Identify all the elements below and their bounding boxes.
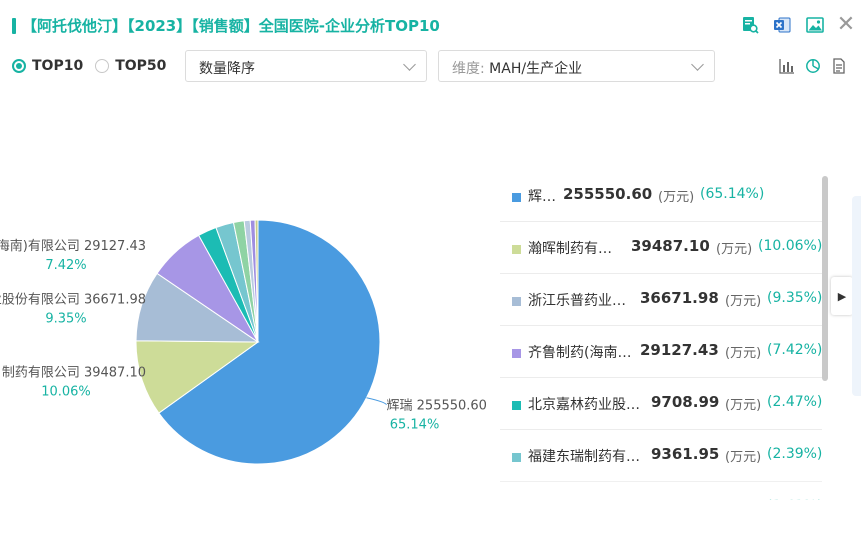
title-accent-bar [12, 18, 16, 34]
dimension-select-value: 维度: MAH/生产企业 [452, 58, 582, 78]
dimension-select-text: MAH/生产企业 [489, 61, 583, 77]
search-document-icon[interactable] [739, 14, 761, 36]
legend-percent: (65.14%) [700, 186, 765, 202]
legend-item[interactable]: 辉瑞 255550.60 (万元) (65.14%) [500, 170, 822, 222]
slice-label-3: 制药(海南)有限公司 29127.43 [0, 238, 146, 254]
legend-unit: (万元) [725, 450, 762, 465]
legend-item[interactable]: 齐鲁制药(海南)… 29127.43 (万元) (7.42%) [500, 326, 822, 378]
topn-radio-group: TOP10 TOP50 [12, 58, 178, 74]
legend-percent: (7.42%) [767, 342, 822, 358]
slice-label-1: 制药有限公司 39487.10 [2, 366, 146, 381]
dimension-select[interactable]: 维度: MAH/生产企业 [438, 50, 715, 82]
legend-unit: (万元) [725, 346, 762, 361]
view-switcher [779, 58, 847, 74]
legend-fade [500, 480, 830, 510]
legend-item[interactable]: 瀚晖制药有限… 39487.10 (万元) (10.06%) [500, 222, 822, 274]
table-icon[interactable] [831, 58, 847, 74]
legend-percent: (9.35%) [767, 290, 822, 306]
image-export-icon[interactable] [804, 14, 826, 36]
legend-swatch [512, 245, 521, 254]
chevron-down-icon [403, 58, 416, 71]
legend-value: 255550.60 [563, 185, 653, 203]
legend-scrollbar[interactable] [822, 176, 828, 381]
legend-value: 29127.43 [640, 341, 719, 359]
legend-swatch [512, 453, 521, 462]
slice-label-0: 辉瑞 255550.60 [387, 399, 487, 414]
slice-pct-1: 10.06% [41, 385, 91, 400]
radio-top10-label: TOP10 [32, 58, 84, 74]
radio-top10-indicator [12, 59, 26, 73]
legend-swatch [512, 349, 521, 358]
radio-top50-label: TOP50 [115, 58, 167, 74]
legend-swatch [512, 401, 521, 410]
legend-swatch [512, 193, 521, 202]
legend-value: 9708.99 [651, 393, 720, 411]
legend-name: 瀚晖制药有限… [528, 241, 623, 257]
slice-label-2: 业股份有限公司 36671.98 [0, 293, 146, 308]
legend-name: 辉瑞 [528, 189, 555, 205]
radio-top50-indicator [95, 59, 110, 73]
legend-swatch [512, 297, 521, 306]
legend-value: 9361.95 [651, 445, 720, 463]
legend-item[interactable]: 浙江乐普药业股… 36671.98 (万元) (9.35%) [500, 274, 822, 326]
legend-unit: (万元) [658, 190, 695, 205]
sort-select-value: 数量降序 [199, 61, 255, 77]
title-bar: 【阿托伐他汀】【2023】【销售额】全国医院-企业分析TOP10 ✕ [0, 0, 861, 52]
legend-percent: (2.47%) [767, 394, 822, 410]
pie-chart-icon[interactable] [805, 58, 821, 74]
chevron-down-icon [691, 58, 704, 71]
legend-value: 36671.98 [640, 289, 719, 307]
legend-name: 齐鲁制药(海南)… [528, 345, 632, 361]
slice-pct-2: 9.35% [45, 312, 86, 327]
slice-pct-0: 65.14% [390, 418, 440, 433]
pie-chart: 辉瑞 255550.60 65.14% 制药有限公司 39487.10 10.06% 业… [0, 219, 487, 465]
legend-name: 福建东瑞制药有… [528, 449, 640, 465]
legend-value: 39487.10 [631, 237, 710, 255]
legend-item[interactable]: 福建东瑞制药有… 9361.95 (万元) (2.39%) [500, 430, 822, 482]
close-icon[interactable]: ✕ [835, 14, 857, 36]
sort-select[interactable]: 数量降序 [185, 50, 427, 82]
legend-unit: (万元) [725, 294, 762, 309]
legend-percent: (10.06%) [758, 238, 822, 254]
legend-unit: (万元) [725, 398, 762, 413]
legend-name: 浙江乐普药业股… [528, 293, 632, 309]
chart-legend: 辉瑞 255550.60 (万元) (65.14%) 瀚晖制药有限… 39487.10 (万… [500, 170, 822, 500]
radio-top10[interactable]: TOP10 [12, 58, 83, 74]
dimension-select-prefix: 维度: [452, 61, 485, 77]
legend-percent: (2.39%) [767, 446, 822, 462]
side-panel-edge [852, 196, 861, 396]
chart-title: 【阿托伐他汀】【2023】【销售额】全国医院-企业分析TOP10 [22, 17, 440, 35]
bar-chart-icon[interactable] [779, 58, 795, 74]
slice-pct-3: 7.42% [45, 258, 86, 273]
legend-name: 北京嘉林药业股… [528, 397, 640, 413]
chevron-right-icon[interactable]: ▶ [831, 277, 853, 315]
legend-unit: (万元) [716, 242, 753, 257]
radio-top50[interactable]: TOP50 [95, 58, 166, 74]
excel-export-icon[interactable] [771, 14, 793, 36]
leader-line-0 [366, 397, 387, 406]
legend-item[interactable]: 北京嘉林药业股… 9708.99 (万元) (2.47%) [500, 378, 822, 430]
